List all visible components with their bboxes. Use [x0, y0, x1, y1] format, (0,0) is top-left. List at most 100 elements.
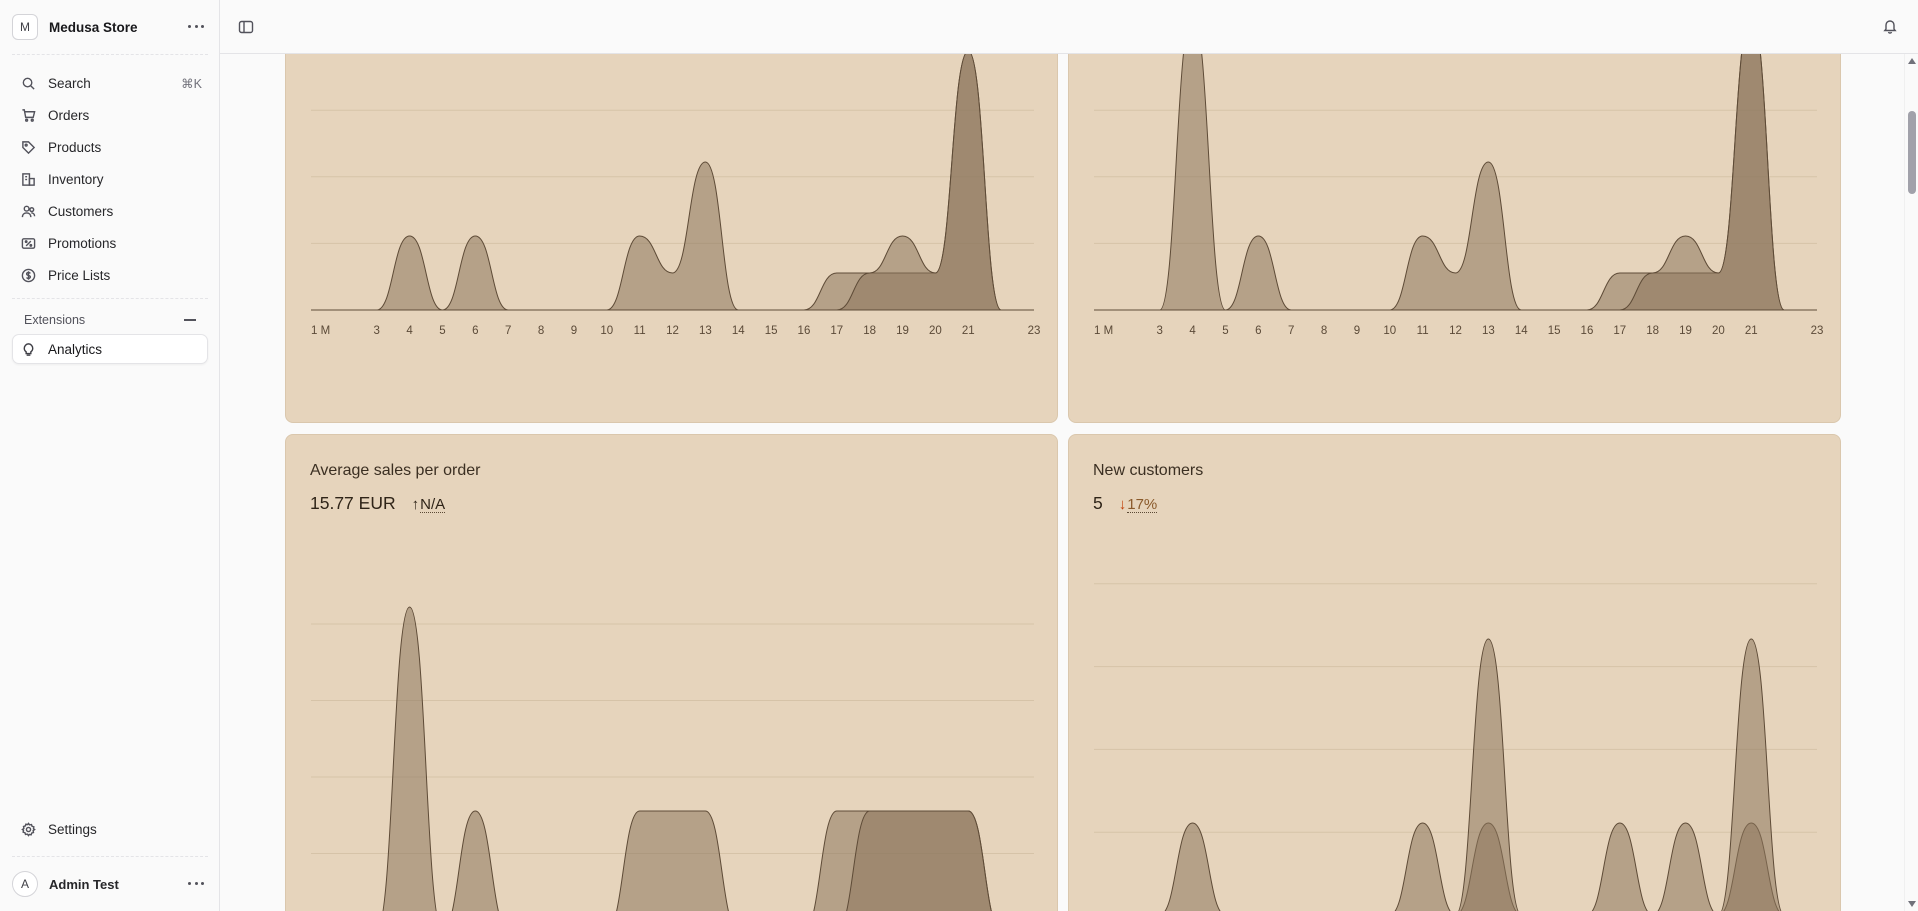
x-tick-label: 23 — [1028, 325, 1041, 337]
chart-svg — [1094, 583, 1817, 911]
extensions-label: Extensions — [24, 313, 86, 327]
scroll-thumb[interactable] — [1908, 111, 1916, 194]
arrow-down-icon: ↓ — [1118, 496, 1127, 513]
store-switcher[interactable]: M Medusa Store — [12, 14, 208, 40]
x-tick-label: 16 — [798, 325, 811, 337]
arrow-up-icon: ↑ — [411, 496, 420, 513]
extensions-header[interactable]: Extensions — [12, 310, 208, 330]
bell-icon[interactable] — [1882, 18, 1898, 34]
chart-svg: 1 M 3 4 5 6 7 8 9 10 11 12 13 14 15 16 17 18 19 20 21 23 — [310, 54, 1041, 337]
x-tick-label: 20 — [929, 325, 942, 337]
x-tick-label: 11 — [634, 325, 646, 337]
nav-analytics[interactable]: Analytics — [12, 334, 208, 364]
x-tick-label: 4 — [406, 325, 413, 337]
x-tick-label: 16 — [1581, 325, 1594, 337]
x-tick-label: 8 — [1321, 325, 1327, 337]
store-menu-icon[interactable] — [188, 25, 204, 29]
nav-label: Settings — [48, 821, 97, 837]
x-tick-label: 10 — [600, 325, 613, 337]
x-tick-label: 15 — [765, 325, 778, 337]
scroll-up-icon[interactable] — [1908, 58, 1916, 64]
chart-card-top-left: 1 M 3 4 5 6 7 8 9 10 11 12 13 14 15 16 17 18 19 20 21 23 — [285, 54, 1058, 423]
x-tick-label: 5 — [1222, 325, 1228, 337]
scrollbar[interactable] — [1904, 54, 1918, 911]
analytics-content: 1 M 3 4 5 6 7 8 9 10 11 12 13 14 15 16 17 18 19 20 21 23 1 M… — [220, 54, 1918, 911]
x-tick-label: 14 — [1515, 325, 1528, 337]
chart-card-average-sales: Average sales per order 15.77 EUR ↑ N/A — [285, 434, 1058, 911]
x-tick-label: 7 — [1288, 325, 1294, 337]
x-tick-label: 9 — [1354, 325, 1360, 337]
x-tick-label: 4 — [1189, 325, 1196, 337]
nav-label: Products — [48, 139, 102, 155]
x-tick-label: 19 — [1679, 325, 1692, 337]
users-icon — [20, 203, 36, 219]
x-tick-label: 7 — [505, 325, 511, 337]
metric-value: 15.77 EUR — [310, 493, 396, 513]
store-name: Medusa Store — [49, 19, 138, 35]
x-tick-label: 10 — [1383, 325, 1396, 337]
nav-label: Search — [48, 75, 91, 91]
x-tick-label: 12 — [1449, 325, 1462, 337]
cart-icon — [20, 107, 36, 123]
receipt-percent-icon — [20, 235, 36, 251]
x-tick-label: 20 — [1712, 325, 1725, 337]
nav-customers[interactable]: Customers — [12, 195, 208, 227]
nav-label: Promotions — [48, 235, 117, 251]
x-tick-label: 21 — [1745, 325, 1758, 337]
x-tick-label: 19 — [896, 325, 909, 337]
nav-products[interactable]: Products — [12, 131, 208, 163]
chart-series-area-0 — [1164, 822, 1780, 911]
settings-section: Settings — [12, 813, 208, 845]
x-tick-label: 13 — [699, 325, 712, 337]
nav-label: Orders — [48, 107, 90, 123]
currency-dollar-icon — [20, 267, 36, 283]
x-tick-label: 6 — [472, 325, 478, 337]
x-tick-label: 18 — [863, 325, 876, 337]
x-tick-label: 17 — [830, 325, 843, 337]
x-tick-label: 14 — [732, 325, 745, 337]
nav-price-lists[interactable]: Price Lists — [12, 259, 208, 291]
scroll-down-icon[interactable] — [1908, 901, 1916, 907]
nav-orders[interactable]: Orders — [12, 99, 208, 131]
metric: 5 ↓ 17% — [1093, 493, 1158, 514]
x-tick-label: 1 M — [1094, 325, 1113, 337]
metric-delta[interactable]: ↑ N/A — [412, 496, 446, 513]
user-menu-icon[interactable] — [188, 882, 204, 886]
nav-settings[interactable]: Settings — [12, 813, 208, 845]
main-nav: Search ⌘K Orders Products Inventory Cust… — [12, 67, 208, 291]
card-title: New customers — [1093, 462, 1204, 479]
card-title: Average sales per order — [310, 462, 481, 479]
x-tick-label: 13 — [1482, 325, 1495, 337]
nav-search[interactable]: Search ⌘K — [12, 67, 208, 99]
chart-card-new-customers: New customers 5 ↓ 17% — [1068, 434, 1841, 911]
nav-label: Inventory — [48, 171, 104, 187]
avatar: A — [12, 871, 38, 897]
store-avatar: M — [12, 14, 38, 40]
nav-label: Analytics — [48, 341, 103, 357]
x-tick-label: 9 — [571, 325, 577, 337]
x-tick-label: 1 M — [311, 325, 330, 337]
x-tick-label: 17 — [1613, 325, 1626, 337]
collapse-icon[interactable] — [184, 319, 196, 321]
nav-label: Customers — [48, 203, 114, 219]
buildings-icon — [20, 171, 36, 187]
x-tick-label: 6 — [1255, 325, 1261, 337]
sidebar-toggle-icon[interactable] — [238, 19, 254, 35]
sidebar: M Medusa Store Search ⌘K Orders Products… — [0, 0, 220, 911]
nav-inventory[interactable]: Inventory — [12, 163, 208, 195]
x-tick-label: 11 — [1417, 325, 1429, 337]
user-menu[interactable]: A Admin Test — [12, 870, 208, 898]
user-name: Admin Test — [49, 876, 119, 892]
metric-delta[interactable]: ↓ 17% — [1119, 496, 1158, 513]
nav-promotions[interactable]: Promotions — [12, 227, 208, 259]
delta-value: 17% — [1127, 496, 1158, 513]
search-icon — [20, 75, 36, 91]
lightbulb-icon — [20, 341, 36, 357]
x-tick-label: 23 — [1811, 325, 1824, 337]
x-tick-label: 8 — [538, 325, 544, 337]
x-tick-label: 21 — [962, 325, 975, 337]
x-tick-label: 12 — [666, 325, 679, 337]
tag-icon — [20, 139, 36, 155]
gear-icon — [20, 821, 36, 837]
x-tick-label: 5 — [439, 325, 445, 337]
